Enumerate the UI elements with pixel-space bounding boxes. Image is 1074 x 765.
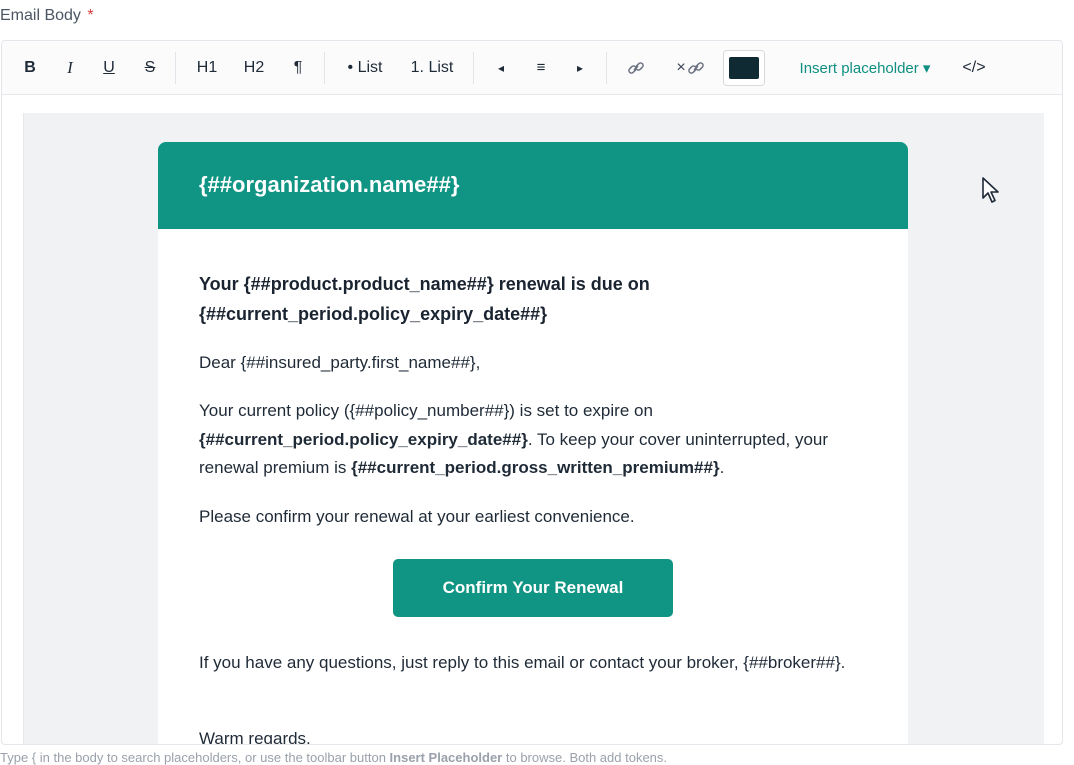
paragraph-button[interactable]: ¶: [287, 41, 309, 94]
helper-text-b: Insert Placeholder: [389, 750, 503, 765]
helper-text: Type { in the body to search placeholder…: [0, 750, 667, 765]
toolbar-divider: [324, 52, 325, 84]
color-swatch: [729, 56, 759, 79]
rich-text-editor[interactable]: B I U S H1 H2 ¶ • List 1. List ◂ ≡ ▸ × I…: [1, 40, 1063, 745]
email-paragraph-confirm: Please confirm your renewal at your earl…: [199, 507, 635, 526]
underline-button[interactable]: U: [98, 41, 120, 94]
unlink-x-icon: ×: [676, 58, 686, 76]
email-greeting: Dear {##insured_party.first_name##},: [199, 353, 481, 372]
color-swatch-frame: [723, 49, 765, 86]
email-signoff: Warm regards,: [199, 729, 311, 745]
confirm-renewal-button[interactable]: Confirm Your Renewal: [393, 559, 673, 617]
numbered-list-button[interactable]: 1. List: [405, 41, 459, 94]
email-preview-canvas[interactable]: {##organization.name##} Your {##product.…: [23, 113, 1044, 745]
bold-button[interactable]: B: [19, 41, 41, 94]
text-color-button[interactable]: [723, 41, 765, 94]
p1-text-e: .: [719, 458, 725, 477]
source-code-button[interactable]: </>: [957, 41, 991, 94]
strikethrough-button[interactable]: S: [139, 41, 161, 94]
align-left-button[interactable]: ◂: [490, 41, 512, 94]
field-label: Email Body *: [0, 7, 94, 25]
link-button[interactable]: [622, 41, 650, 94]
editor-toolbar: B I U S H1 H2 ¶ • List 1. List ◂ ≡ ▸ × I…: [2, 41, 1062, 95]
bullet-list-button[interactable]: • List: [340, 41, 390, 94]
align-center-button[interactable]: ≡: [530, 41, 552, 94]
p1-text-a: Your current policy ({##policy_number##}…: [199, 401, 653, 420]
align-right-button[interactable]: ▸: [569, 41, 591, 94]
email-card: {##organization.name##} Your {##product.…: [158, 142, 908, 745]
helper-text-a: Type { in the body to search placeholder…: [0, 750, 390, 765]
insert-placeholder-button[interactable]: Insert placeholder ▾: [790, 41, 940, 94]
unlink-button[interactable]: ×: [670, 41, 712, 94]
toolbar-divider: [606, 52, 607, 84]
toolbar-divider: [473, 52, 474, 84]
p1-premium-token: {##current_period.gross_written_premium#…: [351, 458, 720, 477]
heading2-button[interactable]: H2: [239, 41, 269, 94]
email-paragraph-policy: Your current policy ({##policy_number##}…: [199, 397, 869, 483]
toolbar-divider: [175, 52, 176, 84]
unlink-icon: [687, 61, 704, 74]
organization-name: {##organization.name##}: [199, 172, 460, 197]
email-headline: Your {##product.product_name##} renewal …: [199, 274, 650, 324]
p1-expiry-token: {##current_period.policy_expiry_date##}: [199, 429, 528, 449]
email-paragraph-questions: If you have any questions, just reply to…: [199, 653, 846, 672]
mouse-cursor-icon: [982, 177, 999, 203]
email-header-banner: {##organization.name##}: [158, 142, 908, 229]
link-icon: [628, 61, 644, 74]
required-mark: *: [87, 7, 94, 24]
heading1-button[interactable]: H1: [192, 41, 222, 94]
helper-text-c: to browse. Both add tokens.: [502, 750, 668, 765]
italic-button[interactable]: I: [59, 41, 81, 94]
field-label-text: Email Body: [0, 7, 81, 24]
